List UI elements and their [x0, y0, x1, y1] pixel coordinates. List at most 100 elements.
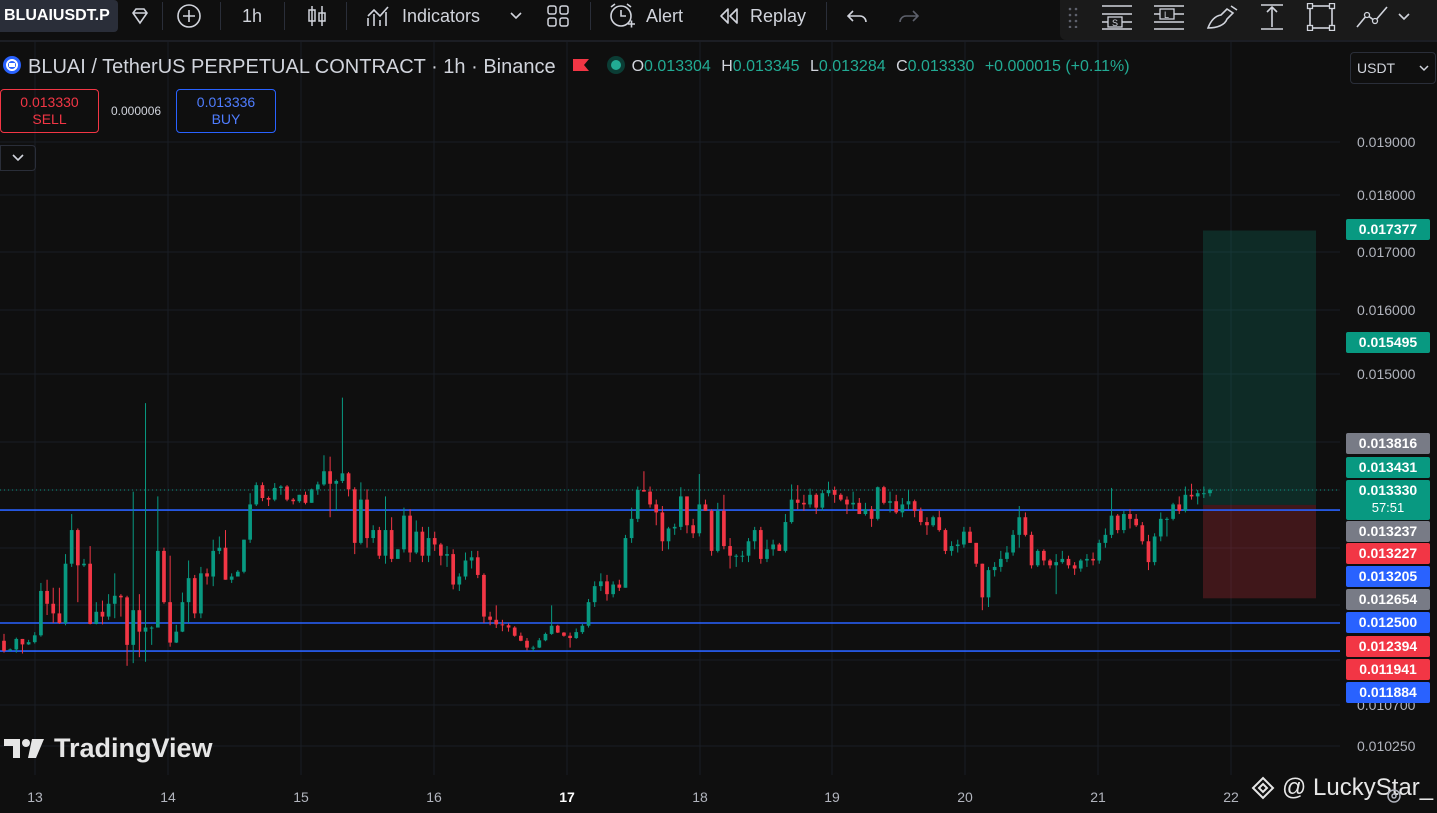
candle-body [100, 611, 105, 617]
long-position-tool [1203, 230, 1316, 599]
candle-body [500, 624, 505, 626]
undo-icon[interactable] [846, 0, 868, 32]
candles-style-icon[interactable] [306, 0, 328, 32]
currency-select[interactable]: USDT [1350, 52, 1436, 84]
buy-button[interactable]: 0.013336 BUY [176, 89, 276, 133]
market-closed-flag-icon[interactable] [572, 57, 590, 78]
svg-text:L: L [1164, 10, 1169, 20]
candle-body [1171, 504, 1175, 519]
price-range-icon[interactable] [1257, 3, 1287, 31]
candle-body [352, 489, 357, 543]
candle-body [783, 522, 788, 551]
date-label: 18 [692, 789, 708, 805]
drag-handle-icon[interactable] [1068, 3, 1080, 31]
candle-body [229, 576, 234, 580]
high-label: H [721, 58, 733, 75]
candle-body [586, 602, 591, 626]
candle-body [223, 547, 228, 580]
long-short-position-icon[interactable]: S [1100, 3, 1134, 31]
candle-body [217, 547, 222, 551]
redo-icon[interactable] [898, 0, 920, 32]
candle-body [949, 546, 954, 551]
tradingview-logo[interactable]: TradingView [4, 733, 213, 764]
candle-body [998, 558, 1003, 567]
date-label: 22 [1223, 789, 1239, 805]
replay-button[interactable]: Replay [718, 0, 806, 32]
chevron-down-icon[interactable] [508, 0, 524, 32]
trend-line-icon[interactable] [1355, 3, 1391, 31]
chevron-down-icon[interactable] [1398, 3, 1410, 31]
candle-body [592, 586, 597, 603]
interval-button[interactable]: 1h [242, 0, 262, 32]
grid [0, 42, 1340, 775]
candle-body [968, 531, 972, 543]
candle-body [1005, 552, 1009, 559]
price-badge: 0.012394 [1346, 636, 1430, 657]
stop-price-badge: 0.012654 [1346, 589, 1430, 610]
alert-button[interactable]: Alert [608, 0, 683, 32]
candle-body [697, 504, 702, 534]
candle-body [297, 494, 302, 502]
settings-gear-icon[interactable] [1385, 787, 1403, 810]
watermark-text: @ LuckyStar_ [1282, 774, 1434, 801]
date-label: 17 [559, 789, 575, 805]
candle-body [420, 531, 425, 556]
candle-body [986, 570, 991, 598]
candle-body [715, 510, 720, 551]
candle-body [765, 549, 769, 559]
candle-body [648, 491, 652, 505]
candle-body [1146, 541, 1151, 563]
buy-price: 0.013336 [196, 94, 256, 110]
candle-body [402, 515, 406, 550]
brush-icon[interactable] [1205, 3, 1239, 31]
line-price-badge: 0.011884 [1346, 682, 1430, 703]
interval-label: 1h [242, 5, 263, 26]
candle-body [1202, 493, 1206, 495]
candle-body [414, 531, 419, 553]
candle-body [285, 486, 289, 500]
replay-label: Replay [750, 5, 807, 26]
candle-body [549, 625, 554, 634]
collapse-legend-button[interactable] [0, 145, 36, 171]
candle-body [457, 576, 462, 585]
rectangle-icon[interactable] [1306, 3, 1336, 31]
long-position-icon[interactable]: L [1152, 3, 1186, 31]
candle-body [51, 603, 56, 614]
candle-body [777, 544, 782, 551]
candle-body [875, 487, 880, 519]
candle-body [678, 496, 683, 527]
date-label: 13 [27, 789, 43, 805]
chart-legend: BLUAI / TetherUS PERPETUAL CONTRACT · 1h… [0, 52, 1136, 82]
candle-body [789, 499, 794, 523]
chevron-down-icon [12, 154, 24, 162]
candle-body [623, 538, 628, 588]
candle-body [1134, 518, 1139, 526]
candle-body [728, 546, 732, 556]
candle-body [605, 581, 609, 595]
profit-zone [1203, 230, 1316, 505]
candle-body [192, 578, 197, 614]
candle-body [432, 538, 437, 545]
candle-body [469, 557, 474, 561]
logo-text: TradingView [54, 733, 213, 763]
sell-button[interactable]: 0.013330 SELL [0, 89, 99, 133]
layouts-grid-icon[interactable] [546, 0, 570, 32]
alert-label: Alert [646, 5, 684, 26]
candle-body [1152, 536, 1157, 563]
change-value: +0.000015 (+0.11%) [984, 58, 1130, 75]
diamond-icon[interactable] [120, 0, 160, 32]
alarm-clock-icon [610, 3, 635, 28]
compare-add-icon[interactable] [174, 0, 204, 32]
symbol-search-button[interactable]: BLUAIUSDT.P [0, 0, 118, 32]
candle-body [383, 530, 388, 556]
indicators-button[interactable]: Indicators [366, 0, 480, 32]
coin-logo-icon [2, 55, 22, 80]
candle-body [272, 487, 277, 500]
candle-body [359, 499, 363, 543]
candle-body [322, 471, 326, 485]
candle-body [1017, 517, 1022, 535]
candle-body [642, 490, 646, 492]
symbol-title[interactable]: BLUAI / TetherUS PERPETUAL CONTRACT · 1h… [28, 56, 556, 79]
candle-body [912, 501, 917, 511]
close-value: 0.013330 [907, 58, 975, 75]
